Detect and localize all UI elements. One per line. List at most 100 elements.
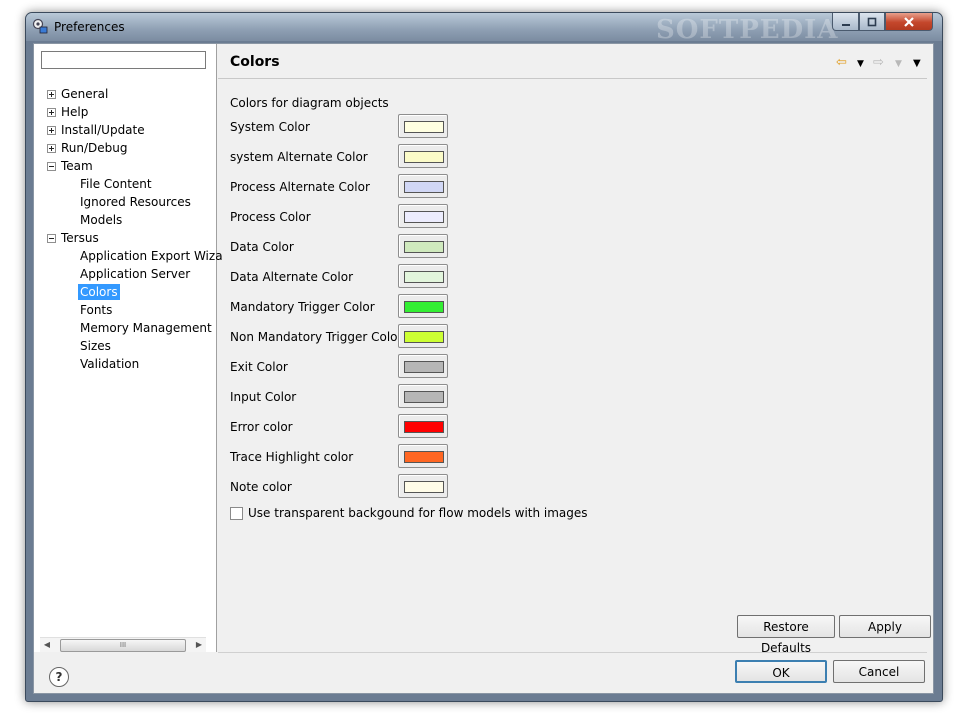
tree-item-tersus[interactable]: Tersus [47,229,101,247]
transparent-background-label: Use transparent backgound for flow model… [248,506,588,520]
color-swatch [404,421,444,433]
color-picker-button[interactable] [398,324,448,348]
help-icon[interactable]: ? [49,667,69,687]
expand-icon[interactable] [47,108,56,117]
color-swatch [404,151,444,163]
ok-button[interactable]: OK [735,660,827,683]
view-menu-icon[interactable]: ▼ [913,57,921,70]
dialog-body: General Help Install/Update Run/Debug Team Fi… [33,43,934,694]
color-label: Input Color [230,390,297,404]
tree-item-label: Team [61,159,93,173]
color-swatch [404,481,444,493]
page-header: Colors ⇦ ▼ ⇨ ▼ ▼ [218,44,927,79]
maximize-icon [867,17,877,26]
tree-item-label: Colors [78,284,120,300]
tree-item-label: Help [61,105,89,119]
expand-icon[interactable] [47,126,56,135]
color-picker-button[interactable] [398,174,448,198]
color-picker-button[interactable] [398,264,448,288]
scroll-thumb[interactable]: III [60,639,186,652]
title-bar[interactable]: Preferences SOFTPEDIA [26,13,942,45]
color-label: Exit Color [230,360,288,374]
back-dropdown-icon[interactable]: ▼ [857,58,864,71]
minimize-button[interactable] [832,13,859,31]
tree-item-label: File Content [80,177,152,191]
close-window-button[interactable] [885,13,933,31]
back-arrow-icon[interactable]: ⇦ [836,56,847,69]
color-swatch [404,121,444,133]
watermark: SOFTPEDIA [656,15,839,45]
color-swatch [404,391,444,403]
filter-input[interactable] [41,51,206,69]
color-swatch [404,211,444,223]
section-label: Colors for diagram objects [230,96,389,110]
color-label: Trace Highlight color [230,450,354,464]
tree-item-validation[interactable]: Validation [78,355,141,373]
preferences-app-icon [32,18,48,34]
scroll-left-arrow-icon[interactable]: ◀ [40,638,54,652]
color-label: Error color [230,420,293,434]
tree-item-label: Models [80,213,123,227]
collapse-icon[interactable] [47,234,56,243]
colors-page: Colors ⇦ ▼ ⇨ ▼ ▼ Colors for diagram obje… [218,44,931,655]
dialog-footer: ? OK Cancel [34,653,933,693]
color-label: Data Alternate Color [230,270,354,284]
tree-item-label: Application Export Wiza [80,249,223,263]
tree-item-memory-management[interactable]: Memory Management [78,319,214,337]
tree-horizontal-scrollbar[interactable]: ◀ III ▶ [40,637,206,652]
color-picker-button[interactable] [398,474,448,498]
tree-item-label: Install/Update [61,123,145,137]
tree-item-colors[interactable]: Colors [78,283,120,301]
tree-item-file-content[interactable]: File Content [78,175,154,193]
restore-defaults-button[interactable]: Restore Defaults [737,615,835,655]
tree-item-label: Sizes [80,339,111,353]
page-title: Colors [230,54,280,70]
color-swatch [404,241,444,253]
tree-item-ignored-resources[interactable]: Ignored Resources [78,193,193,211]
tree-item-run-debug[interactable]: Run/Debug [47,139,130,157]
expand-icon[interactable] [47,90,56,99]
color-label: Data Color [230,240,294,254]
forward-dropdown-icon[interactable]: ▼ [895,58,902,71]
color-label: Non Mandatory Trigger Color [230,330,403,344]
color-picker-button[interactable] [398,444,448,468]
cancel-button[interactable]: Cancel [833,660,925,683]
color-picker-button[interactable] [398,204,448,228]
tree-item-team[interactable]: Team [47,157,95,175]
color-picker-button[interactable] [398,414,448,438]
preferences-window: Preferences SOFTPEDIA General Help Install… [25,12,943,702]
tree-item-models[interactable]: Models [78,211,124,229]
color-picker-button[interactable] [398,234,448,258]
color-picker-button[interactable] [398,144,448,168]
expand-icon[interactable] [47,144,56,153]
color-label: Mandatory Trigger Color [230,300,375,314]
color-picker-button[interactable] [398,294,448,318]
color-picker-button[interactable] [398,384,448,408]
preferences-tree-panel: General Help Install/Update Run/Debug Team Fi… [34,44,223,652]
tree-item-sizes[interactable]: Sizes [78,337,113,355]
tree-item-application-export-wiza[interactable]: Application Export Wiza [78,247,225,265]
tree-item-install-update[interactable]: Install/Update [47,121,147,139]
color-picker-button[interactable] [398,354,448,378]
color-swatch [404,301,444,313]
tree-item-label: Application Server [80,267,191,281]
tree-item-application-server[interactable]: Application Server [78,265,192,283]
window-title: Preferences [54,20,125,34]
color-swatch [404,331,444,343]
apply-button[interactable]: Apply [839,615,931,638]
tree-item-fonts[interactable]: Fonts [78,301,114,319]
tree-item-help[interactable]: Help [47,103,90,121]
color-swatch [404,451,444,463]
color-swatch [404,361,444,373]
tree-item-general[interactable]: General [47,85,110,103]
maximize-button[interactable] [859,13,885,31]
collapse-icon[interactable] [47,162,56,171]
color-picker-button[interactable] [398,114,448,138]
transparent-background-checkbox[interactable] [230,507,243,520]
tree-item-label: Ignored Resources [80,195,191,209]
tree-item-label: Run/Debug [61,141,128,155]
forward-arrow-icon[interactable]: ⇨ [873,56,884,69]
tree-item-label: Validation [80,357,140,371]
scroll-right-arrow-icon[interactable]: ▶ [192,638,206,652]
close-icon [904,16,914,27]
